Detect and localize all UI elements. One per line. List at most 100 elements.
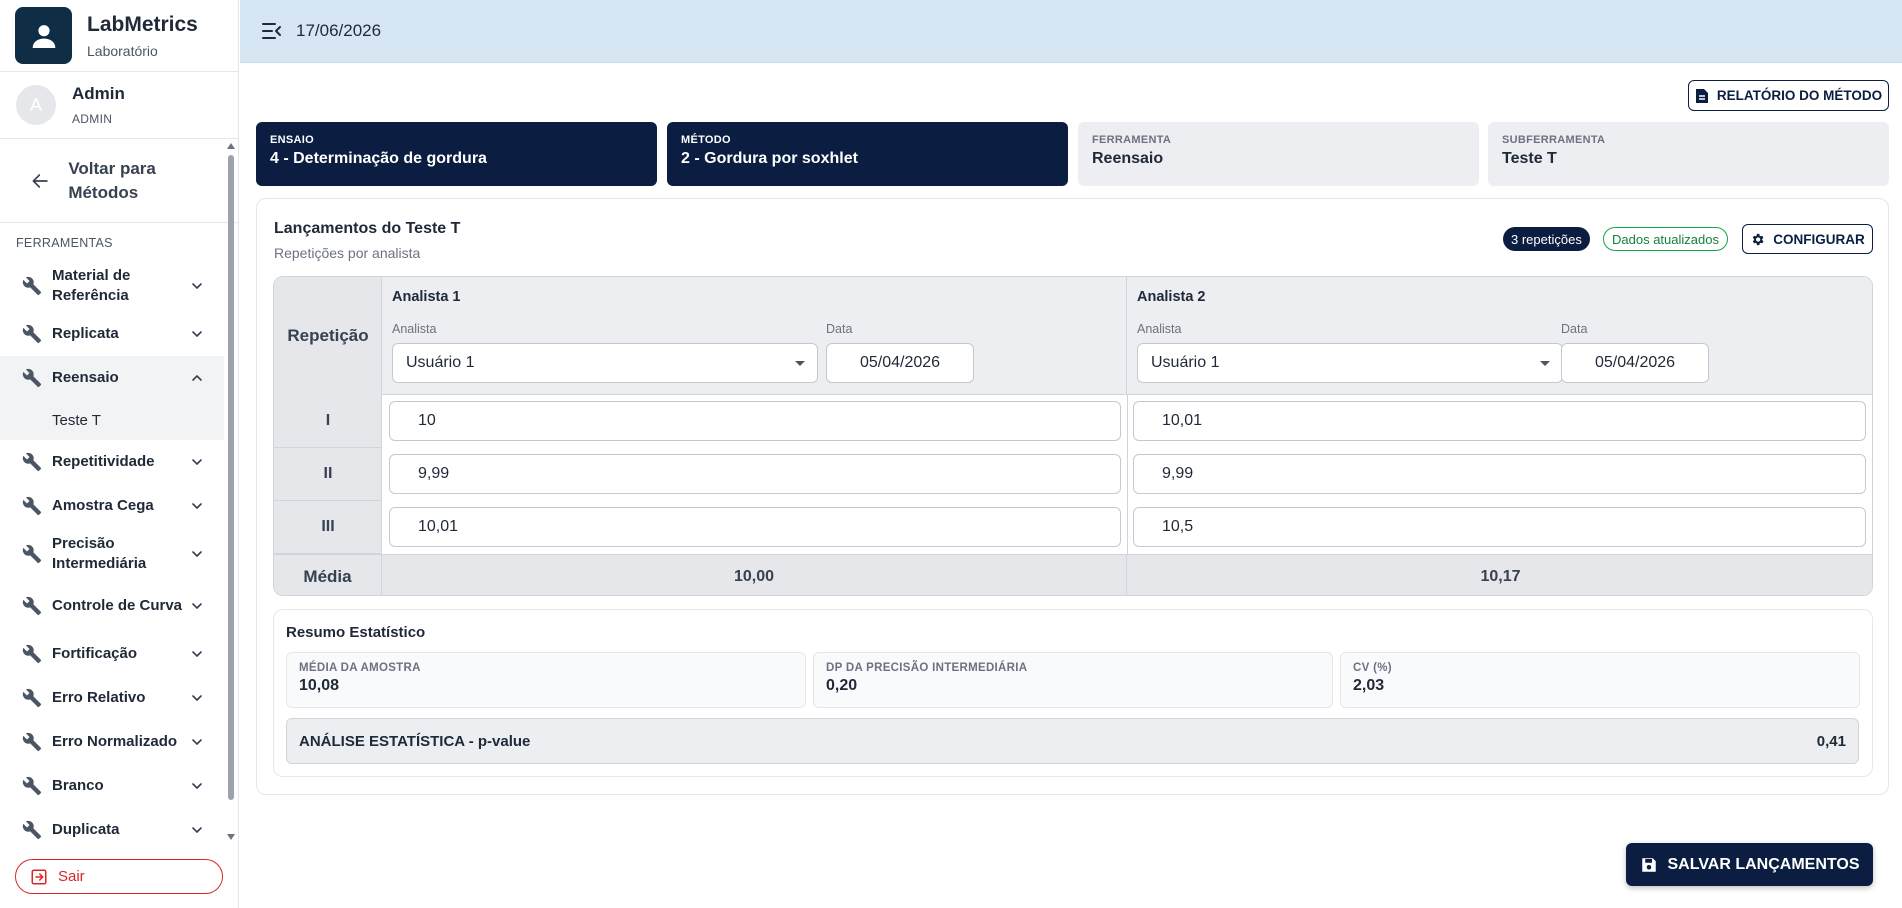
info-card-key: ENSAIO <box>270 134 314 146</box>
chevron-down-icon[interactable] <box>190 779 204 793</box>
chevron-down-icon[interactable] <box>190 599 204 613</box>
app-subtitle: Laboratório <box>87 42 158 59</box>
p-value-label: ANÁLISE ESTATÍSTICA - p-value <box>299 732 531 750</box>
analyst-2-header: Analista 2 Analista Usuário 1 Data 05/04… <box>1127 277 1872 395</box>
sidebar-item-label: Material de Referência <box>52 267 131 304</box>
info-card-value: 2 - Gordura por soxhlet <box>681 150 858 167</box>
chevron-down-icon[interactable] <box>190 499 204 513</box>
analyst-title: Analista 2 <box>1137 289 1206 305</box>
date-field-label: Data <box>1561 322 1588 336</box>
wrench-icon <box>22 276 42 296</box>
wrench-icon <box>22 368 42 388</box>
wrench-icon <box>22 452 42 472</box>
info-card-subferramenta: SUBFERRAMENTA Teste T <box>1488 122 1889 186</box>
sidebar-item-duplicata[interactable]: Duplicata <box>0 808 224 844</box>
scroll-up-arrow-icon[interactable] <box>227 143 235 149</box>
sidebar-item-label: Reensaio <box>52 369 119 386</box>
dropdown-caret-icon <box>1540 361 1550 366</box>
stat-card-sample-mean: MÉDIA DA AMOSTRA 10,08 <box>286 652 806 708</box>
row-label-ii: II <box>274 448 382 501</box>
scroll-down-arrow-icon[interactable] <box>227 834 235 840</box>
info-card-key: SUBFERRAMENTA <box>1502 134 1606 146</box>
analyst-2-value-iii[interactable]: 10,5 <box>1133 507 1866 547</box>
analyst-1-value-ii[interactable]: 9,99 <box>389 454 1121 494</box>
configure-label: CONFIGURAR <box>1773 231 1865 247</box>
panel-subtitle: Repetições por analista <box>274 245 421 261</box>
sidebar-item-label: Controle de Curva <box>52 597 183 614</box>
stat-card-cv: CV (%) 2,03 <box>1340 652 1860 708</box>
sidebar-item-fortifica-o[interactable]: Fortificação <box>0 632 224 676</box>
wrench-icon <box>22 596 42 616</box>
chevron-down-icon[interactable] <box>190 279 204 293</box>
configure-button[interactable]: CONFIGURAR <box>1742 224 1873 254</box>
stat-key: MÉDIA DA AMOSTRA <box>299 662 421 674</box>
sidebar-item-replicata[interactable]: Replicata <box>0 312 224 356</box>
sidebar-item-material-de-refer-ncia[interactable]: Material de Referência <box>0 260 224 312</box>
sidebar-item-label: Erro Normalizado <box>52 733 178 750</box>
chevron-up-icon[interactable] <box>190 371 204 385</box>
analyst-2-value-ii[interactable]: 9,99 <box>1133 454 1866 494</box>
sidebar-item-reensaio[interactable]: Reensaio <box>0 356 224 400</box>
sidebar-item-label: Repetitividade <box>52 453 155 470</box>
p-value-bar: ANÁLISE ESTATÍSTICA - p-value 0,41 <box>286 718 1859 764</box>
analyst-2-date-field[interactable]: 05/04/2026 <box>1561 343 1709 383</box>
sidebar-item-label: Precisão Intermediária <box>52 535 147 572</box>
scroll-thumb[interactable] <box>228 155 234 800</box>
analyst-2-mean: 10,17 <box>1480 567 1521 585</box>
analyst-2-select[interactable]: Usuário 1 <box>1137 343 1563 383</box>
save-icon <box>1641 857 1656 872</box>
menu-collapse-icon[interactable] <box>262 22 282 40</box>
logout-icon <box>31 869 47 884</box>
sidebar-subitem-teste-t[interactable]: Teste T <box>0 400 224 440</box>
sidebar-item-controle-de-curva[interactable]: Controle de Curva <box>0 580 224 632</box>
date-field-label: Data <box>826 322 853 336</box>
wrench-icon <box>22 820 42 840</box>
chevron-down-icon[interactable] <box>190 547 204 561</box>
info-card-ferramenta: FERRAMENTA Reensaio <box>1078 122 1479 186</box>
p-value: 0,41 <box>1816 732 1846 750</box>
dropdown-caret-icon <box>795 361 805 366</box>
person-icon <box>15 7 72 64</box>
chevron-down-icon[interactable] <box>190 691 204 705</box>
info-card-value: Reensaio <box>1092 150 1164 167</box>
menu-section-label: FERRAMENTAS <box>16 236 113 250</box>
chevron-down-icon[interactable] <box>190 735 204 749</box>
sidebar-item-label: Erro Relativo <box>52 689 146 706</box>
document-icon <box>1695 88 1708 103</box>
tools-menu: FERRAMENTAS Material de Referência Replic… <box>0 224 239 844</box>
chevron-down-icon[interactable] <box>190 455 204 469</box>
back-to-methods-link[interactable]: Voltar para Métodos <box>0 139 238 223</box>
analyst-2-value-i[interactable]: 10,01 <box>1133 401 1866 441</box>
sidebar-item-label: Branco <box>52 777 104 794</box>
gear-icon <box>1753 233 1764 245</box>
analyst-1-value-i[interactable]: 10 <box>389 401 1121 441</box>
save-entries-button[interactable]: SALVAR LANÇAMENTOS <box>1626 843 1873 886</box>
method-report-button[interactable]: RELATÓRIO DO MÉTODO <box>1688 80 1889 111</box>
save-entries-label: SALVAR LANÇAMENTOS <box>1667 855 1860 873</box>
analyst-1-select[interactable]: Usuário 1 <box>392 343 818 383</box>
logout-button[interactable]: Sair <box>15 859 223 894</box>
user-role: ADMIN <box>72 112 113 126</box>
chevron-down-icon[interactable] <box>190 823 204 837</box>
chevron-down-icon[interactable] <box>190 327 204 341</box>
sidebar-item-branco[interactable]: Branco <box>0 764 224 808</box>
sidebar-item-precis-o-intermedi-ria[interactable]: Precisão Intermediária <box>0 528 224 580</box>
stat-card-intermediate-precision-sd: DP DA PRECISÃO INTERMEDIÁRIA 0,20 <box>813 652 1333 708</box>
sidebar-item-repetitividade[interactable]: Repetitividade <box>0 440 224 484</box>
chevron-down-icon[interactable] <box>190 647 204 661</box>
info-card-value: Teste T <box>1502 150 1557 167</box>
repetition-header: Repetição <box>287 326 369 345</box>
sidebar-item-amostra-cega[interactable]: Amostra Cega <box>0 484 224 528</box>
stat-value: 0,20 <box>826 677 858 694</box>
analyst-1-selected-value: Usuário 1 <box>406 354 475 371</box>
analyst-1-value-iii[interactable]: 10,01 <box>389 507 1121 547</box>
sidebar-item-erro-normalizado[interactable]: Erro Normalizado <box>0 720 224 764</box>
entries-panel: Lançamentos do Teste T Repetições por an… <box>256 198 1889 795</box>
info-card-metodo: MÉTODO 2 - Gordura por soxhlet <box>667 122 1068 186</box>
analyst-1-header: Analista 1 Analista Usuário 1 Data 05/04… <box>382 277 1127 395</box>
sidebar-scrollbar[interactable] <box>226 143 236 840</box>
method-report-label: RELATÓRIO DO MÉTODO <box>1716 88 1883 103</box>
analyst-1-date-field[interactable]: 05/04/2026 <box>826 343 974 383</box>
sidebar-item-label: Replicata <box>52 325 119 342</box>
sidebar-item-erro-relativo[interactable]: Erro Relativo <box>0 676 224 720</box>
